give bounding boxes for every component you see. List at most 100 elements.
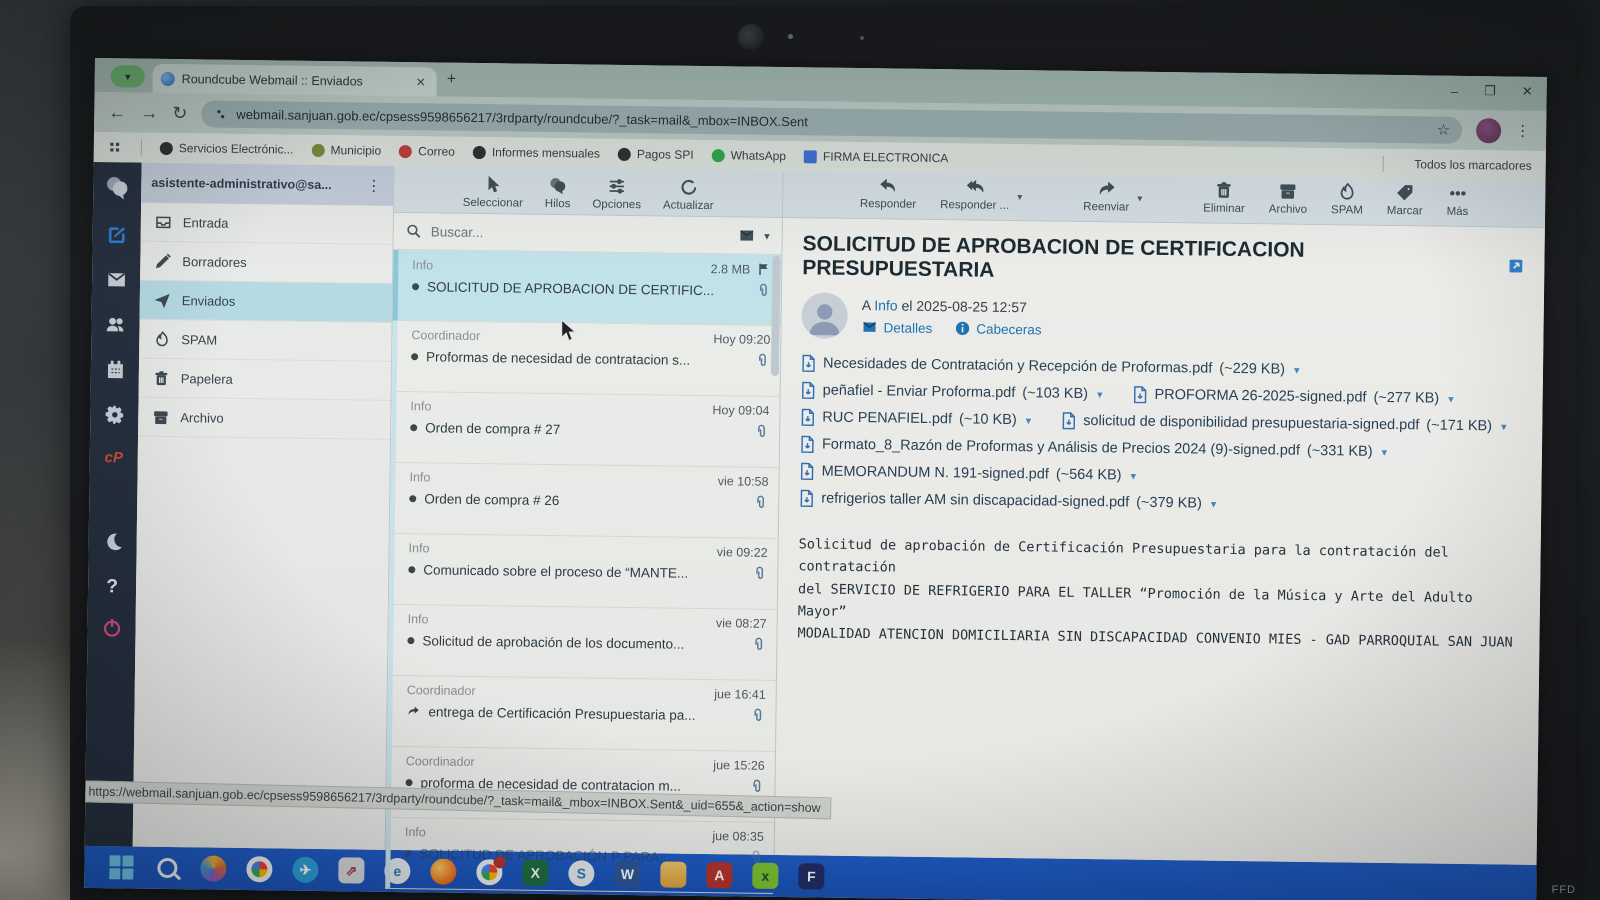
dark-mode-moon-icon[interactable] [102, 531, 123, 557]
bookmark-item[interactable]: Pagos SPI [618, 147, 694, 162]
message-row[interactable]: Infovie 10:58 Orden de compra # 26 [390, 463, 779, 539]
options-button[interactable]: Opciones [592, 169, 641, 216]
chevron-down-icon[interactable]: ▾ [1211, 497, 1217, 510]
browser-profile-avatar[interactable] [1476, 118, 1501, 143]
chevron-down-icon[interactable]: ▾ [1026, 414, 1032, 427]
taskbar-search-icon[interactable] [154, 855, 180, 881]
apps-grid-icon[interactable] [108, 140, 123, 155]
mail-icon[interactable] [105, 269, 126, 295]
message-row[interactable]: CoordinadorHoy 09:20 Proformas de necesi… [392, 321, 781, 397]
site-settings-icon[interactable] [213, 106, 228, 121]
headers-toggle[interactable]: Cabeceras [954, 320, 1041, 337]
chevron-down-icon[interactable]: ▾ [1448, 392, 1454, 405]
message-row[interactable]: Infojue 08:35 SOLICITUD DE APROBACIÓN P … [385, 818, 774, 894]
chrome-icon[interactable] [246, 856, 272, 882]
forward-button[interactable]: Reenviar▾ [1083, 175, 1130, 214]
chevron-down-icon[interactable]: ▾ [1097, 388, 1103, 401]
tab-close-icon[interactable]: ✕ [413, 75, 429, 89]
reading-pane: SOLICITUD DE APROBACION DE CERTIFICACION… [775, 218, 1545, 865]
refresh-button[interactable]: Actualizar [663, 169, 714, 216]
attachment-item[interactable]: RUC PENAFIEL.pdf(~10 KB)▾ [800, 408, 1031, 429]
webcam-led [788, 34, 793, 39]
browser-menu-icon[interactable]: ⋮ [1515, 122, 1530, 140]
bookmark-item[interactable]: Municipio [311, 143, 381, 158]
logout-power-icon[interactable] [101, 617, 122, 643]
spam-button[interactable]: SPAM [1331, 178, 1363, 216]
threads-button[interactable]: Hilos [545, 168, 571, 214]
message-row[interactable]: Coordinadorjue 16:41 entrega de Certific… [387, 676, 776, 752]
open-external-icon[interactable] [1507, 257, 1524, 274]
folder-enviados[interactable]: Enviados [140, 281, 392, 323]
back-button[interactable]: ← [108, 103, 126, 121]
archive-button[interactable]: Archivo [1269, 177, 1308, 215]
search-bar[interactable]: Buscar... ▾ [394, 213, 782, 255]
delete-button[interactable]: Eliminar [1203, 177, 1245, 216]
folder-papelera[interactable]: Papelera [139, 359, 391, 401]
help-icon[interactable]: ? [106, 576, 118, 598]
attachment-item[interactable]: refrigerios taller AM sin discapacidad-s… [799, 489, 1216, 512]
folder-entrada[interactable]: Entrada [141, 203, 393, 245]
attachment-item[interactable]: Formato_8_Razón de Proformas y Análisis … [800, 435, 1387, 461]
envelope-icon [861, 319, 877, 335]
bookmark-item[interactable]: Informes mensuales [473, 145, 600, 161]
chevron-down-icon[interactable]: ▾ [1130, 469, 1136, 482]
message-row[interactable]: Info 2.8 MB SOLICITUD DE APROBACION DE C… [393, 250, 782, 326]
copilot-icon[interactable] [200, 855, 226, 881]
bookmark-item[interactable]: WhatsApp [712, 148, 787, 163]
attachment-item[interactable]: Necesidades de Contratación y Recepción … [801, 354, 1300, 379]
all-bookmarks-button[interactable]: Todos los marcadores [1414, 157, 1532, 173]
attachment-item[interactable]: MEMORANDUM N. 191-signed.pdf(~564 KB)▾ [800, 462, 1137, 484]
chevron-down-icon[interactable]: ▾ [1382, 445, 1388, 458]
folder-spam[interactable]: SPAM [139, 320, 391, 362]
bookmark-favicon [712, 149, 725, 162]
start-button[interactable] [108, 854, 134, 880]
chevron-down-icon[interactable]: ▾ [1137, 194, 1142, 205]
attachment-item[interactable]: peñafiel - Enviar Proforma.pdf(~103 KB)▾ [801, 381, 1103, 403]
browser-tab[interactable]: Roundcube Webmail :: Enviados ✕ [153, 64, 437, 97]
mail-scope-icon[interactable] [739, 227, 755, 243]
folder-archivo[interactable]: Archivo [138, 398, 390, 440]
message-row[interactable]: InfoHoy 09:04 Orden de compra # 27 [391, 392, 780, 468]
account-header[interactable]: asistente-administrativo@sa... ⋮ [141, 163, 394, 206]
bookmark-item[interactable]: FIRMA ELECTRONICA [804, 149, 949, 165]
compose-icon[interactable] [106, 224, 127, 250]
contacts-icon[interactable] [105, 314, 126, 340]
bookmark-item[interactable]: Servicios Electrónic... [160, 141, 294, 157]
calendar-icon[interactable] [104, 359, 125, 385]
publisher-app-icon[interactable]: ⇗ [338, 857, 364, 883]
mark-button[interactable]: Marcar [1387, 179, 1423, 217]
tab-group-button[interactable]: ▾ [111, 65, 145, 87]
reply-button[interactable]: Responder [860, 172, 917, 211]
bookmark-item[interactable]: Correo [399, 144, 455, 159]
folder-borradores[interactable]: Borradores [140, 242, 392, 284]
bookmark-star-icon[interactable]: ☆ [1437, 121, 1451, 139]
cpanel-icon[interactable]: cP [104, 449, 123, 466]
account-menu-icon[interactable]: ⋮ [366, 177, 381, 195]
chevron-down-icon[interactable]: ▾ [1501, 420, 1507, 433]
chevron-down-icon[interactable]: ▾ [1017, 192, 1022, 203]
recipient-link[interactable]: Info [874, 297, 898, 313]
more-button[interactable]: Más [1447, 180, 1469, 218]
chevron-down-icon[interactable]: ▾ [1294, 363, 1300, 376]
close-button[interactable]: ✕ [1522, 84, 1533, 100]
chevron-down-icon[interactable]: ▾ [764, 229, 770, 242]
minimize-button[interactable]: – [1451, 83, 1458, 98]
firma-app-icon[interactable]: F [798, 863, 824, 889]
details-toggle[interactable]: Detalles [861, 319, 932, 336]
new-tab-button[interactable]: + [447, 71, 457, 89]
settings-gear-icon[interactable] [104, 404, 125, 430]
message-row[interactable]: Infovie 09:22 Comunicado sobre el proces… [389, 534, 778, 610]
message-row[interactable]: Infovie 08:27 Solicitud de aprobación de… [388, 605, 777, 681]
maximize-button[interactable]: ❐ [1484, 83, 1496, 99]
reply-all-button[interactable]: Responder ...▾ [940, 173, 1010, 212]
attachment-item[interactable]: PROFORMA 26-2025-signed.pdf(~277 KB)▾ [1132, 386, 1453, 408]
search-icon [406, 223, 422, 239]
forward-button[interactable]: → [140, 104, 158, 122]
list-scrollbar[interactable] [771, 256, 781, 376]
select-button[interactable]: Seleccionar [463, 167, 524, 214]
mail-main: Seleccionar Hilos Opciones Actualizar Re… [386, 166, 1546, 865]
reload-button[interactable]: ↻ [172, 104, 187, 122]
telegram-icon[interactable]: ✈ [292, 857, 318, 883]
flag-icon[interactable] [756, 262, 771, 277]
attachment-item[interactable]: solicitud de disponibilidad presupuestar… [1061, 412, 1507, 436]
